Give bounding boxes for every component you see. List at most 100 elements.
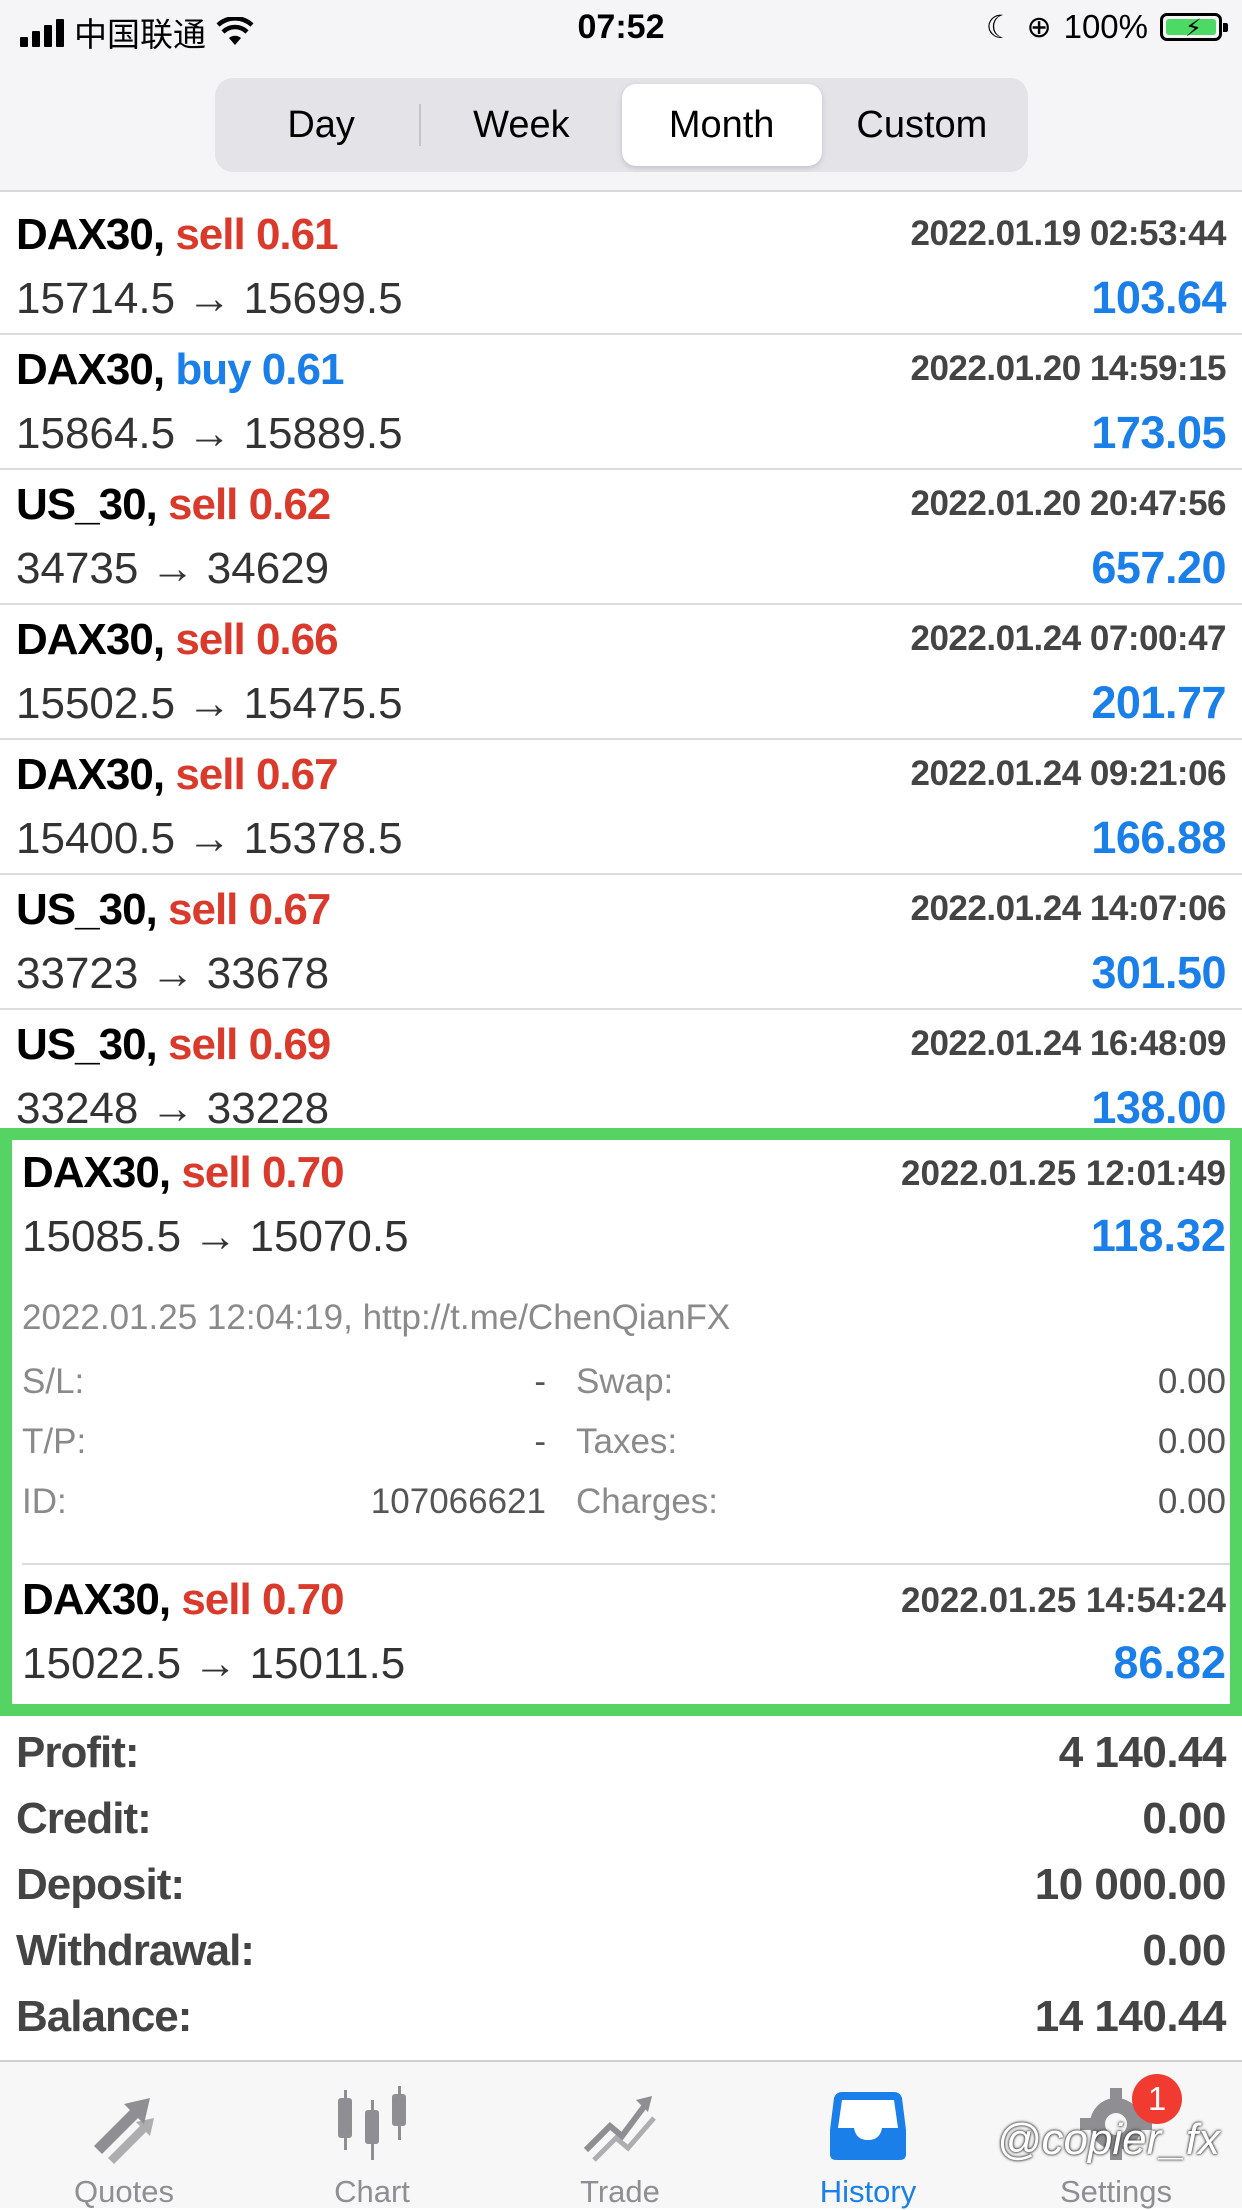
- summary-deposit: Deposit: 10 000.00: [0, 1854, 1242, 1920]
- deal-side: sell: [175, 615, 245, 664]
- period-segmented-control: Day Week Month Custom: [215, 78, 1028, 172]
- status-right: ☾ ⊕ 100% ⚡: [985, 8, 1228, 46]
- deal-prices: 33248 → 33228: [16, 1084, 330, 1133]
- deal-time: 2022.01.24 09:21:06: [910, 754, 1227, 793]
- highlight-frame: [0, 1128, 1242, 1716]
- deal-profit: 103.64: [1091, 272, 1226, 323]
- tab-label: Quotes: [74, 2174, 174, 2209]
- deal-title: US_30, sell 0.67: [16, 885, 332, 935]
- deal-volume: 0.62: [248, 480, 332, 529]
- deal-row[interactable]: DAX30, sell 0.66 2022.01.24 07:00:47 155…: [0, 605, 1242, 740]
- deal-volume: 0.61: [261, 345, 345, 394]
- deal-side: sell: [175, 750, 245, 799]
- orientation-lock-icon: ⊕: [1026, 10, 1052, 44]
- summary-value: 4 140.44: [1058, 1728, 1227, 1777]
- deal-title: DAX30, sell 0.61: [16, 210, 339, 260]
- tab-label: Trade: [580, 2174, 660, 2209]
- deal-volume: 0.67: [255, 750, 339, 799]
- status-bar: 中国联通 07:52 ☾ ⊕ 100% ⚡: [0, 0, 1242, 62]
- deal-symbol: DAX30,: [16, 750, 165, 799]
- summary-withdrawal: Withdrawal: 0.00: [0, 1920, 1242, 1986]
- segment-custom[interactable]: Custom: [822, 84, 1022, 166]
- summary-value: 10 000.00: [1034, 1860, 1227, 1909]
- deal-profit: 657.20: [1091, 542, 1226, 593]
- deal-profit: 138.00: [1091, 1082, 1226, 1133]
- deal-row[interactable]: US_30, sell 0.69 2022.01.24 16:48:09 332…: [0, 1010, 1242, 1143]
- deal-side: buy: [175, 345, 251, 394]
- deal-volume: 0.66: [255, 615, 339, 664]
- deal-prices: 15502.5 → 15475.5: [16, 679, 403, 728]
- segment-week[interactable]: Week: [421, 84, 621, 166]
- deal-prices: 15864.5 → 15889.5: [16, 409, 403, 458]
- deal-title: DAX30, sell 0.67: [16, 750, 339, 800]
- inbox-tray-icon: [830, 2092, 906, 2160]
- summary-label: Balance:: [16, 1992, 192, 2041]
- deal-prices: 33723 → 33678: [16, 949, 330, 998]
- deal-row[interactable]: US_30, sell 0.67 2022.01.24 14:07:06 337…: [0, 875, 1242, 1010]
- deal-symbol: US_30,: [16, 1020, 158, 1069]
- deal-profit: 166.88: [1091, 812, 1226, 863]
- deal-row[interactable]: DAX30, sell 0.67 2022.01.24 09:21:06 154…: [0, 740, 1242, 875]
- summary: Profit: 4 140.44 Credit: 0.00 Deposit: 1…: [0, 1722, 1242, 2052]
- segment-month[interactable]: Month: [621, 84, 822, 166]
- deal-profit: 201.77: [1091, 677, 1226, 728]
- deal-prices: 34735 → 34629: [16, 544, 330, 593]
- moon-icon: ☾: [985, 9, 1015, 45]
- tab-chart[interactable]: Chart: [248, 2062, 496, 2210]
- deal-symbol: DAX30,: [16, 345, 165, 394]
- deal-side: sell: [168, 885, 238, 934]
- deal-row[interactable]: DAX30, buy 0.61 2022.01.20 14:59:15 1586…: [0, 335, 1242, 470]
- deal-title: DAX30, buy 0.61: [16, 345, 345, 395]
- deal-title: US_30, sell 0.69: [16, 1020, 332, 1070]
- deal-row[interactable]: DAX30, sell 0.61 2022.01.19 02:53:44 157…: [0, 200, 1242, 335]
- deal-side: sell: [168, 1020, 238, 1069]
- summary-label: Deposit:: [16, 1860, 185, 1909]
- summary-value: 0.00: [1142, 1794, 1226, 1843]
- deal-side: sell: [175, 210, 245, 259]
- tab-label: Chart: [334, 2174, 410, 2209]
- deal-symbol: DAX30,: [16, 210, 165, 259]
- segment-day[interactable]: Day: [221, 84, 422, 166]
- tab-quotes[interactable]: Quotes: [0, 2062, 248, 2210]
- tab-label: Settings: [1059, 2174, 1172, 2209]
- deal-title: US_30, sell 0.62: [16, 480, 332, 530]
- deal-symbol: DAX30,: [16, 615, 165, 664]
- deal-time: 2022.01.19 02:53:44: [910, 214, 1227, 253]
- battery-percent: 100%: [1063, 8, 1148, 45]
- summary-credit: Credit: 0.00: [0, 1788, 1242, 1854]
- deal-symbol: US_30,: [16, 480, 158, 529]
- deal-time: 2022.01.24 14:07:06: [910, 889, 1227, 928]
- deal-symbol: US_30,: [16, 885, 158, 934]
- deal-time: 2022.01.24 16:48:09: [910, 1024, 1227, 1063]
- summary-label: Credit:: [16, 1794, 152, 1843]
- deal-side: sell: [168, 480, 238, 529]
- deal-volume: 0.69: [248, 1020, 332, 1069]
- summary-label: Profit:: [16, 1728, 140, 1777]
- summary-profit: Profit: 4 140.44: [0, 1722, 1242, 1788]
- battery-icon: ⚡: [1160, 13, 1228, 42]
- tab-label: History: [819, 2174, 917, 2209]
- deal-profit: 173.05: [1091, 407, 1226, 458]
- deal-prices: 15714.5 → 15699.5: [16, 274, 403, 323]
- deal-prices: 15400.5 → 15378.5: [16, 814, 403, 863]
- candlestick-icon: [338, 2086, 406, 2160]
- deal-volume: 0.67: [248, 885, 332, 934]
- deals-list: DAX30, sell 0.61 2022.01.19 02:53:44 157…: [0, 200, 1242, 1143]
- deal-row[interactable]: US_30, sell 0.62 2022.01.20 20:47:56 347…: [0, 470, 1242, 605]
- tab-trade[interactable]: Trade: [496, 2062, 744, 2210]
- deal-time: 2022.01.20 14:59:15: [910, 349, 1227, 388]
- summary-value: 14 140.44: [1034, 1992, 1227, 2041]
- deal-profit: 301.50: [1091, 947, 1226, 998]
- deal-time: 2022.01.24 07:00:47: [910, 619, 1227, 658]
- quotes-arrows-icon: [94, 2098, 154, 2164]
- deal-title: DAX30, sell 0.66: [16, 615, 339, 665]
- period-bar: Day Week Month Custom: [0, 62, 1242, 192]
- summary-label: Withdrawal:: [16, 1926, 255, 1975]
- summary-value: 0.00: [1142, 1926, 1226, 1975]
- summary-balance: Balance: 14 140.44: [0, 1986, 1242, 2052]
- watermark: @copier_fx: [996, 2115, 1220, 2164]
- trade-trend-icon: [583, 2096, 656, 2162]
- deal-time: 2022.01.20 20:47:56: [910, 484, 1227, 523]
- deal-volume: 0.61: [255, 210, 339, 259]
- tab-history[interactable]: History: [744, 2062, 992, 2210]
